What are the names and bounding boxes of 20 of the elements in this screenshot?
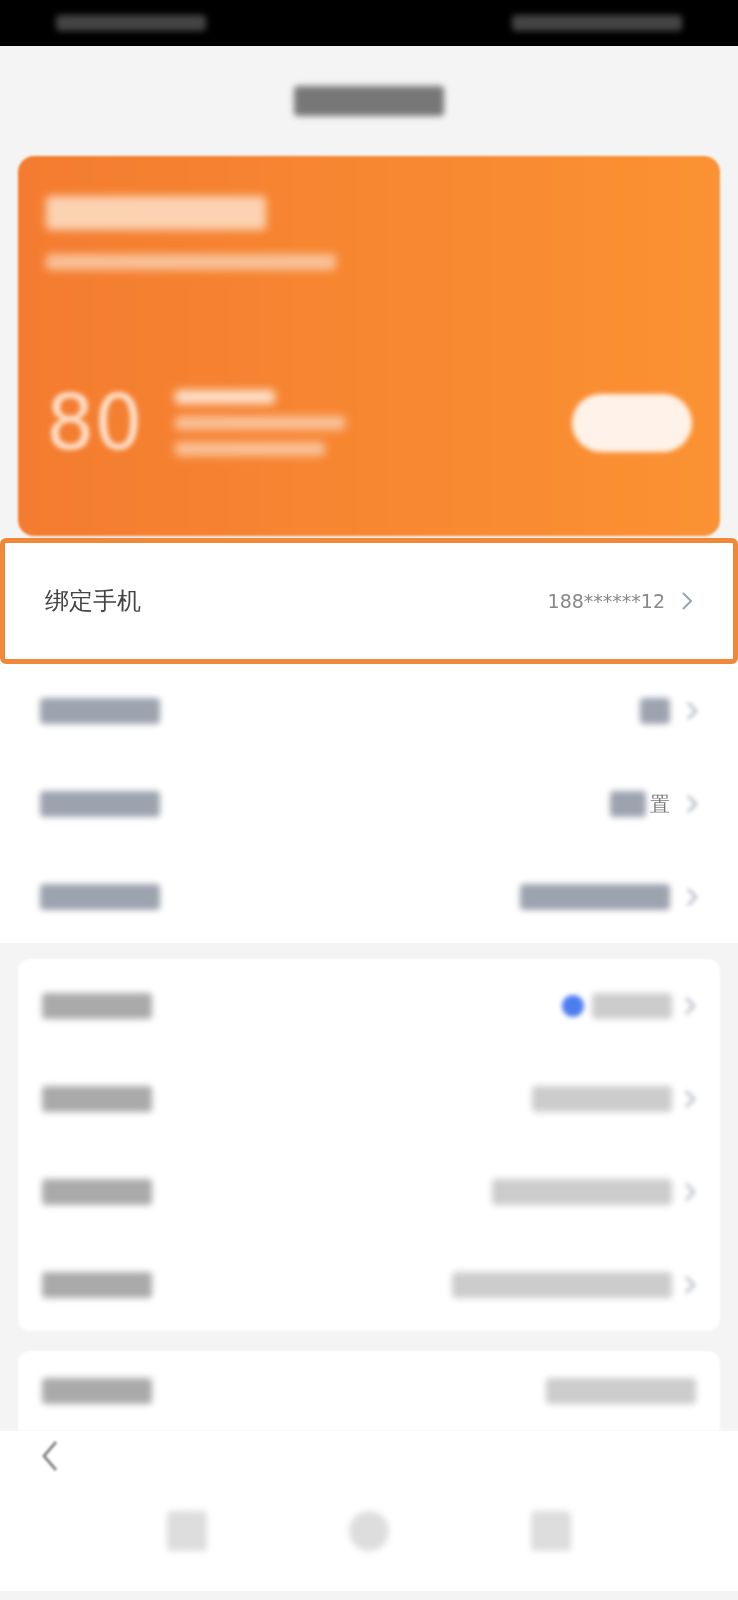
- card-button[interactable]: [572, 394, 692, 452]
- phone-number: 188******12: [547, 588, 665, 614]
- chevron-right-icon: [686, 700, 698, 721]
- points-value: 80: [46, 377, 143, 469]
- nav-recent-icon[interactable]: [531, 1511, 571, 1551]
- row-value: 置: [650, 790, 670, 818]
- back-icon[interactable]: [40, 1439, 60, 1473]
- nav-back-icon[interactable]: [167, 1511, 207, 1551]
- nav-home-icon[interactable]: [349, 1511, 389, 1551]
- chevron-right-icon: [686, 886, 698, 907]
- blurred-text: [610, 790, 646, 817]
- bind-phone-row[interactable]: 绑定手机 188******12: [0, 538, 738, 664]
- chevron-right-icon: [681, 591, 693, 611]
- chevron-right-icon: [686, 793, 698, 814]
- chevron-right-icon: [684, 1274, 696, 1295]
- blurred-text: [640, 697, 670, 724]
- chevron-right-icon: [684, 1088, 696, 1109]
- row-label: 绑定手机: [45, 586, 141, 617]
- chevron-right-icon: [684, 1181, 696, 1202]
- chevron-right-icon: [684, 995, 696, 1016]
